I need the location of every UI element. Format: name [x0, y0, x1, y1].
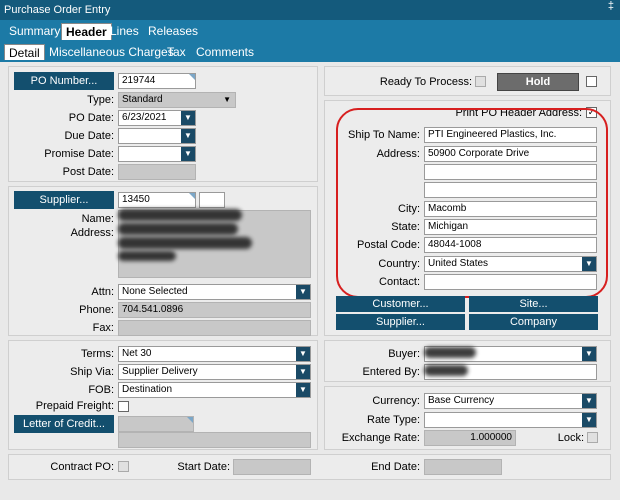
- exchange-rate-label: Exchange Rate:: [341, 432, 420, 444]
- ship-via-dropdown[interactable]: Supplier Delivery ▼: [118, 364, 311, 380]
- chevron-down-icon: ▼: [223, 95, 231, 104]
- currency-dropdown[interactable]: Base Currency ▼: [424, 393, 597, 409]
- contract-po-label: Contract PO:: [50, 461, 114, 473]
- start-date-label: Start Date:: [177, 461, 230, 473]
- due-date-label: Due Date:: [64, 130, 114, 142]
- start-date-field: [233, 459, 311, 475]
- annotation-circle: [336, 108, 608, 298]
- attn-dropdown[interactable]: None Selected ▼: [118, 284, 311, 300]
- tab-header[interactable]: Header: [61, 23, 112, 40]
- calendar-dropdown-icon[interactable]: ▼: [181, 111, 195, 125]
- chevron-down-icon[interactable]: ▼: [296, 347, 310, 361]
- redacted-address: [118, 237, 252, 249]
- site-button[interactable]: Site...: [469, 296, 598, 312]
- redacted-name: [118, 209, 242, 221]
- supplier-extra-field[interactable]: [199, 192, 225, 208]
- redacted-address: [118, 251, 176, 261]
- promise-date-field[interactable]: ▼: [118, 146, 196, 162]
- end-date-label: End Date:: [371, 461, 420, 473]
- ship-via-label: Ship Via:: [70, 366, 114, 378]
- ready-to-process-checkbox[interactable]: [475, 76, 486, 87]
- phone-field: 704.541.0896: [118, 302, 311, 318]
- redacted-address: [118, 223, 238, 235]
- prepaid-freight-label: Prepaid Freight:: [35, 400, 114, 412]
- fob-label: FOB:: [88, 384, 114, 396]
- fax-label: Fax:: [92, 322, 114, 334]
- po-number-field[interactable]: 219744: [118, 73, 196, 89]
- supplier-button[interactable]: Supplier...: [14, 191, 114, 209]
- customer-button[interactable]: Customer...: [336, 296, 465, 312]
- hold-checkbox[interactable]: [586, 76, 597, 87]
- hold-button[interactable]: Hold: [497, 73, 579, 91]
- ready-to-process-label: Ready To Process:: [379, 76, 472, 88]
- rate-type-label: Rate Type:: [367, 414, 420, 426]
- chevron-down-icon[interactable]: ▼: [582, 394, 596, 408]
- redacted-buyer: [424, 347, 476, 358]
- currency-label: Currency:: [372, 395, 420, 407]
- due-date-field[interactable]: ▼: [118, 128, 196, 144]
- chevron-down-icon[interactable]: ▼: [296, 365, 310, 379]
- subtab-misc-charges[interactable]: Miscellaneous Charges: [49, 44, 174, 60]
- end-date-field: [424, 459, 502, 475]
- po-date-label: PO Date:: [68, 112, 114, 124]
- subtab-detail[interactable]: Detail: [4, 44, 45, 60]
- post-date-field: [118, 164, 196, 180]
- terms-label: Terms:: [81, 348, 114, 360]
- phone-label: Phone:: [79, 304, 114, 316]
- po-number-button[interactable]: PO Number...: [14, 72, 114, 90]
- lock-label: Lock:: [557, 432, 584, 444]
- attn-label: Attn:: [91, 286, 114, 298]
- window-title: Purchase Order Entry: [0, 0, 620, 20]
- chevron-down-icon[interactable]: ▼: [296, 383, 310, 397]
- terms-dropdown[interactable]: Net 30 ▼: [118, 346, 311, 362]
- type-dropdown[interactable]: Standard ▼: [118, 92, 236, 108]
- calendar-dropdown-icon[interactable]: ▼: [181, 129, 195, 143]
- company-button[interactable]: Company: [469, 314, 598, 330]
- tab-summary[interactable]: Summary: [9, 23, 60, 40]
- chevron-down-icon[interactable]: ▼: [582, 413, 596, 427]
- letter-of-credit-button[interactable]: Letter of Credit...: [14, 415, 114, 433]
- post-date-label: Post Date:: [62, 166, 114, 178]
- supplier-address-label: Address:: [70, 227, 114, 239]
- tab-releases[interactable]: Releases: [148, 23, 198, 40]
- tab-lines[interactable]: Lines: [110, 23, 139, 40]
- lock-checkbox[interactable]: [587, 432, 598, 443]
- letter-of-credit-field: [118, 416, 194, 432]
- chevron-down-icon[interactable]: ▼: [296, 285, 310, 299]
- supplier-address-button[interactable]: Supplier...: [336, 314, 465, 330]
- buyer-label: Buyer:: [388, 348, 420, 360]
- fax-field: [118, 320, 311, 336]
- subtab-tax[interactable]: Tax: [167, 44, 186, 60]
- redacted-entered-by: [424, 365, 468, 376]
- contract-po-checkbox[interactable]: [118, 461, 129, 472]
- fob-dropdown[interactable]: Destination ▼: [118, 382, 311, 398]
- prepaid-freight-checkbox[interactable]: [118, 401, 129, 412]
- letter-of-credit-desc: [118, 432, 311, 448]
- chevron-down-icon[interactable]: ▼: [582, 347, 596, 361]
- entered-by-label: Entered By:: [362, 366, 420, 378]
- calendar-dropdown-icon[interactable]: ▼: [181, 147, 195, 161]
- supplier-code-field[interactable]: 13450: [118, 192, 196, 208]
- subtab-comments[interactable]: Comments: [196, 44, 254, 60]
- promise-date-label: Promise Date:: [44, 148, 114, 160]
- type-label: Type:: [87, 94, 114, 106]
- pin-icon[interactable]: ‡: [608, 0, 614, 12]
- po-date-field[interactable]: 6/23/2021 ▼: [118, 110, 196, 126]
- rate-type-dropdown[interactable]: ▼: [424, 412, 597, 428]
- exchange-rate-field: 1.000000: [424, 430, 516, 446]
